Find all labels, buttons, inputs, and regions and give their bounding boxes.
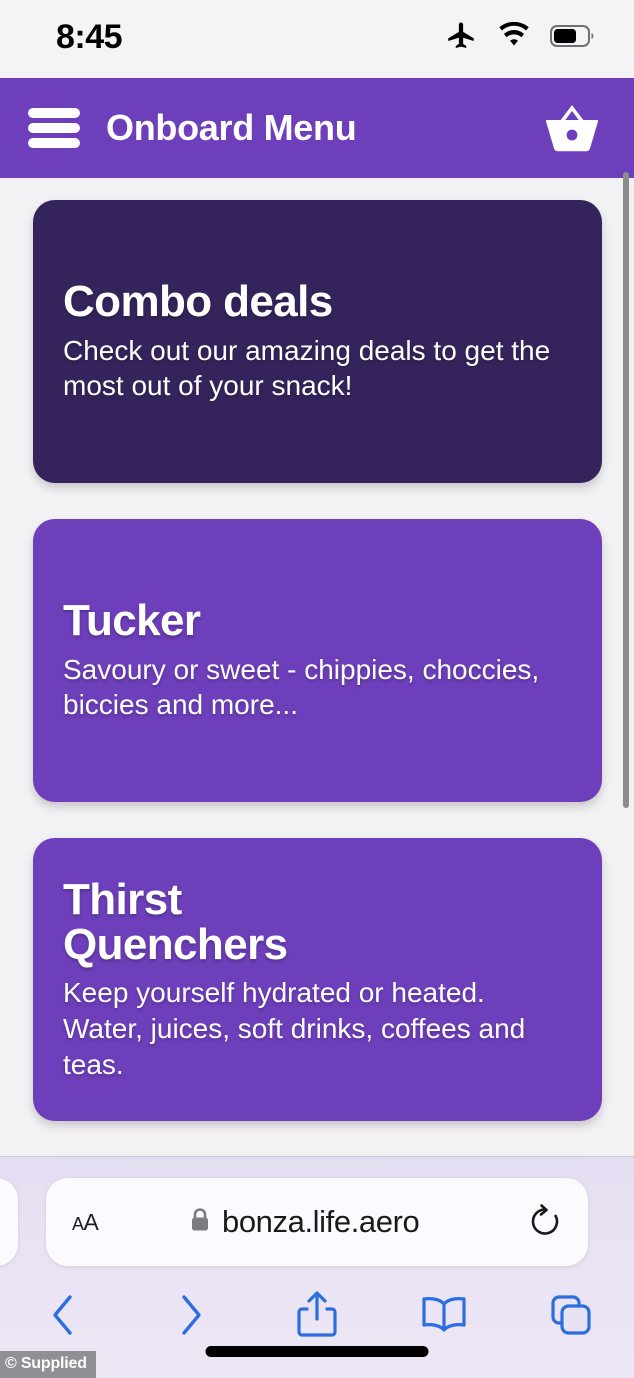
menu-card-title: Thirst Quenchers (63, 874, 288, 970)
home-indicator (205, 1346, 429, 1357)
app-header: Onboard Menu (0, 78, 634, 178)
menu-card-title: Combo deals (63, 277, 333, 327)
hamburger-menu-icon[interactable] (28, 108, 80, 148)
browser-toolbar (0, 1284, 634, 1346)
status-bar: 8:45 (0, 0, 634, 78)
menu-card-title: Tucker (63, 596, 201, 646)
lock-icon (189, 1207, 211, 1238)
tabs-button[interactable] (507, 1284, 634, 1346)
page-title: Onboard Menu (106, 107, 357, 148)
browser-chrome: AAAA bonza.life.aero (0, 1156, 634, 1378)
menu-card-thirst-quenchers[interactable]: Thirst Quenchers Keep yourself hydrated … (33, 838, 602, 1121)
reload-icon[interactable] (524, 1203, 562, 1241)
wifi-icon (496, 21, 532, 55)
menu-card-list[interactable]: Combo deals Check out our amazing deals … (0, 178, 634, 1378)
address-bar[interactable]: AAAA bonza.life.aero (46, 1178, 588, 1266)
menu-card-tucker[interactable]: Tucker Savoury or sweet - chippies, choc… (33, 519, 602, 802)
menu-card-description: Keep yourself hydrated or heated. Water,… (63, 977, 526, 1080)
status-bar-clock: 8:45 (56, 17, 123, 56)
phone-screen: 8:45 Onboard Menu Combo deals Check out … (0, 0, 634, 1378)
watermark: © Supplied (0, 1351, 96, 1378)
battery-icon (550, 24, 596, 53)
url-display[interactable]: bonza.life.aero (84, 1204, 524, 1240)
adjacent-tab-preview[interactable] (0, 1178, 18, 1266)
menu-card-description: Check out our amazing deals to get the m… (63, 334, 551, 402)
forward-button[interactable] (127, 1284, 254, 1346)
url-text: bonza.life.aero (221, 1204, 420, 1239)
bookmarks-button[interactable] (380, 1284, 507, 1346)
status-bar-icons (444, 19, 596, 58)
shopping-basket-icon[interactable] (540, 101, 604, 155)
menu-card-description: Savoury or sweet - chippies, choccies, b… (63, 653, 540, 721)
page-scrollbar[interactable] (623, 172, 629, 808)
back-button[interactable] (0, 1284, 127, 1346)
share-button[interactable] (254, 1284, 381, 1346)
menu-card-combo-deals[interactable]: Combo deals Check out our amazing deals … (33, 200, 602, 483)
airplane-mode-icon (444, 19, 478, 58)
